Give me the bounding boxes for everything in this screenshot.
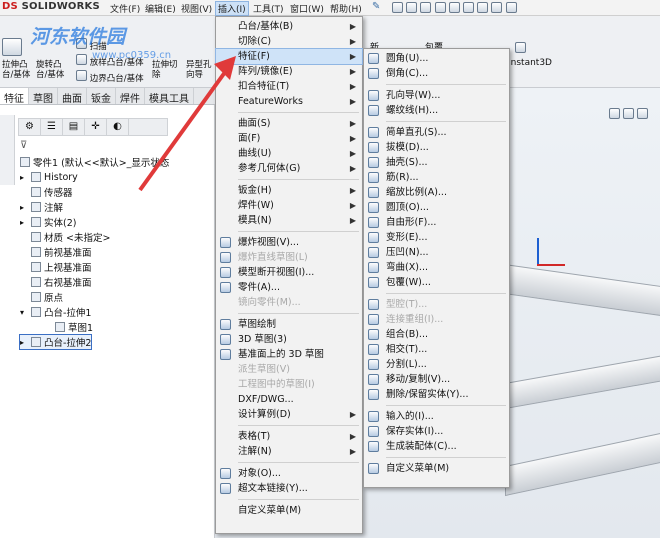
annotation-arrow [138,56,236,192]
